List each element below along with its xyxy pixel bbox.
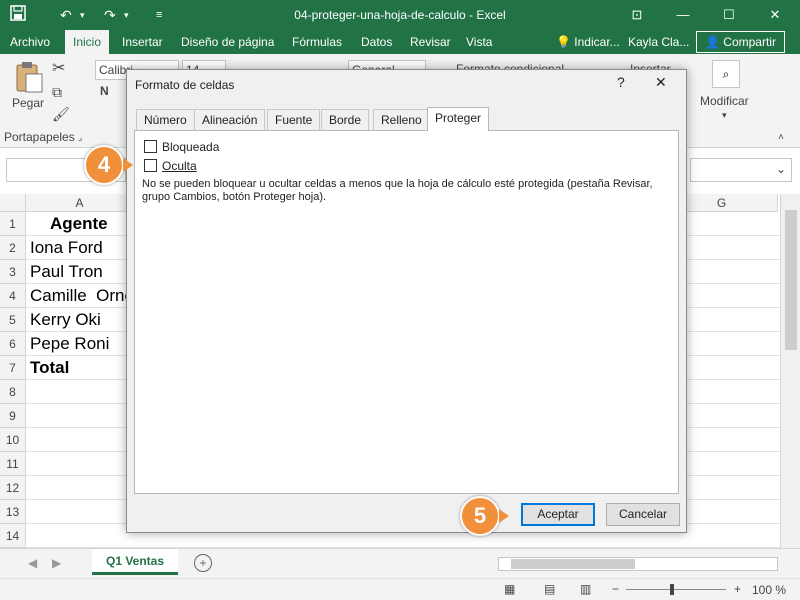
scroll-thumb[interactable] (785, 210, 797, 350)
row-header[interactable]: 10 (0, 428, 26, 452)
scroll-thumb[interactable] (511, 559, 635, 569)
ok-button[interactable]: Aceptar (521, 503, 595, 526)
page-break-icon[interactable]: ▥ (580, 582, 591, 596)
add-sheet-button[interactable]: + (194, 554, 212, 572)
tab-insertar[interactable]: Insertar (114, 30, 171, 54)
maximize-button[interactable]: ☐ (706, 0, 752, 30)
locked-checkbox[interactable] (144, 140, 157, 153)
scroll-left-icon[interactable]: ◀ (28, 556, 37, 570)
lightbulb-icon: 💡 (556, 35, 571, 49)
row-header[interactable]: 9 (0, 404, 26, 428)
tab-fuente[interactable]: Fuente (267, 109, 321, 130)
close-icon[interactable]: ✕ (655, 74, 667, 91)
title-bar: ↶ ▾ ↷ ▾ ≡ 04-proteger-una-hoja-de-calcul… (0, 0, 800, 30)
share-button[interactable]: 👤 Compartir (696, 31, 785, 53)
zoom-slider-thumb[interactable] (670, 584, 674, 595)
page-layout-icon[interactable]: ▤ (544, 582, 555, 596)
select-all-corner[interactable] (0, 194, 26, 212)
tab-diseno-pagina[interactable]: Diseño de página (173, 30, 282, 54)
zoom-level[interactable]: 100 % (752, 583, 786, 597)
collapse-ribbon-icon[interactable]: ˄ (778, 132, 784, 143)
tab-inicio[interactable]: Inicio (65, 30, 110, 54)
row-header[interactable]: 6 (0, 332, 26, 356)
step-callout-4: 4 (84, 145, 133, 185)
ribbon-display-icon[interactable]: ⊡ (614, 0, 660, 30)
cell-a2[interactable]: Iona Ford (30, 236, 103, 260)
paste-label[interactable]: Pegar (12, 96, 44, 110)
row-header[interactable]: 8 (0, 380, 26, 404)
tab-proteger[interactable]: Proteger (427, 107, 490, 131)
help-button[interactable]: ? (617, 74, 625, 90)
horizontal-scrollbar[interactable] (498, 557, 778, 571)
ribbon-tabs: Archivo Inicio Insertar Diseño de página… (0, 30, 800, 54)
binoculars-icon[interactable]: ⌕ (712, 60, 740, 88)
normal-view-icon[interactable]: ▦ (504, 582, 515, 596)
column-header-a[interactable]: A (26, 194, 134, 212)
cell-a1[interactable]: Agente (50, 212, 108, 236)
chevron-down-icon[interactable]: ▾ (722, 110, 727, 121)
row-header[interactable]: 12 (0, 476, 26, 500)
bold-button[interactable]: N (100, 84, 109, 98)
tab-formulas[interactable]: Fórmulas (284, 30, 350, 54)
hidden-label[interactable]: Oculta (162, 159, 197, 173)
cancel-button[interactable]: Cancelar (606, 503, 680, 526)
zoom-in-icon[interactable]: + (734, 582, 741, 596)
cell-a5[interactable]: Kerry Oki (30, 308, 101, 332)
row-header[interactable]: 11 (0, 452, 26, 476)
dialog-title: Formato de celdas (135, 78, 235, 92)
tab-archivo[interactable]: Archivo (2, 30, 58, 54)
close-window-button[interactable]: ✕ (752, 0, 798, 30)
row-header[interactable]: 3 (0, 260, 26, 284)
clipboard-group-label: Portapapeles (4, 130, 75, 144)
row-header[interactable]: 13 (0, 500, 26, 524)
row-header[interactable]: 2 (0, 236, 26, 260)
tab-borde[interactable]: Borde (321, 109, 370, 130)
locked-label[interactable]: Bloqueada (162, 140, 219, 154)
scroll-right-icon[interactable]: ▶ (52, 556, 61, 570)
cell-a7[interactable]: Total (30, 356, 69, 380)
step-callout-5: 5 (460, 496, 509, 536)
person-icon: 👤 (705, 35, 720, 49)
format-cells-dialog: Formato de celdas ? ✕ Número Alineación … (126, 69, 687, 533)
tab-alineacion[interactable]: Alineación (194, 109, 266, 130)
sheet-tab-q1-ventas[interactable]: Q1 Ventas (92, 549, 178, 575)
tab-vista[interactable]: Vista (458, 30, 500, 54)
protection-info-text: No se pueden bloquear u ocultar celdas a… (142, 178, 653, 203)
zoom-slider[interactable] (626, 584, 726, 595)
user-name[interactable]: Kayla Cla... (620, 30, 697, 54)
tab-datos[interactable]: Datos (353, 30, 400, 54)
expand-formula-icon[interactable]: ⌄ (776, 162, 786, 176)
row-header[interactable]: 14 (0, 524, 26, 548)
row-header[interactable]: 7 (0, 356, 26, 380)
paste-icon[interactable] (14, 60, 44, 94)
zoom-out-icon[interactable]: − (612, 582, 619, 596)
modify-label[interactable]: Modificar (700, 94, 749, 108)
tab-relleno[interactable]: Relleno (373, 109, 430, 130)
hidden-checkbox[interactable] (144, 159, 157, 172)
vertical-scrollbar[interactable] (780, 194, 800, 548)
sheet-tabs-bar: ◀ ▶ Q1 Ventas + (0, 548, 800, 578)
tab-numero[interactable]: Número (136, 109, 195, 130)
protection-panel: Bloqueada Oculta No se pueden bloquear u… (134, 130, 679, 494)
tab-revisar[interactable]: Revisar (402, 30, 459, 54)
cell-a4[interactable]: Camille Orne (30, 284, 134, 308)
dialog-launcher-icon[interactable]: ⌟ (78, 132, 82, 143)
copy-icon[interactable]: ⧉ (52, 84, 62, 101)
status-bar: ▦ ▤ ▥ − + 100 % (0, 578, 800, 600)
minimize-button[interactable]: — (660, 0, 706, 30)
row-header[interactable]: 1 (0, 212, 26, 236)
row-header[interactable]: 5 (0, 308, 26, 332)
cell-a3[interactable]: Paul Tron (30, 260, 103, 284)
cell-a6[interactable]: Pepe Roni (30, 332, 109, 356)
cut-icon[interactable]: ✂ (52, 58, 65, 78)
format-painter-icon[interactable]: 🖌 (52, 106, 70, 123)
row-header[interactable]: 4 (0, 284, 26, 308)
tell-me-search[interactable]: 💡 Indicar... (548, 30, 628, 54)
